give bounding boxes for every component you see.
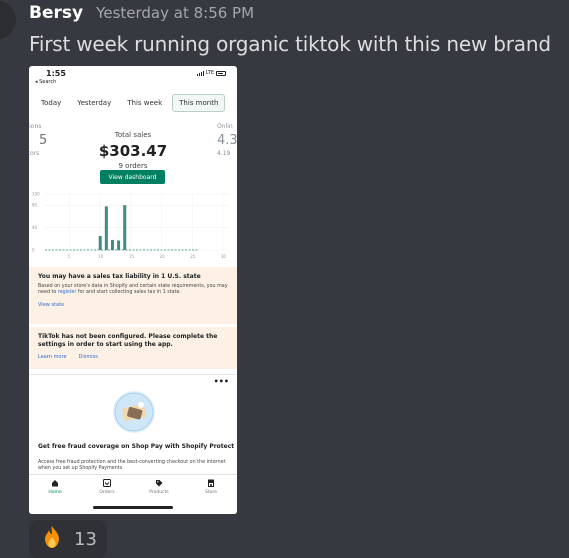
tax-banner-actions: View state (38, 302, 228, 308)
avatar[interactable] (0, 0, 16, 40)
nav-home-label: Home (48, 490, 62, 495)
shield-illustration-icon (113, 391, 155, 433)
network-status: LTE (196, 70, 226, 76)
status-time: 1:55 (46, 69, 66, 78)
tab-this-month: This month (172, 94, 226, 112)
home-icon (52, 480, 58, 487)
nav-orders-label: Orders (99, 490, 115, 495)
message-header: Bersy Yesterday at 8:56 PM (29, 3, 254, 23)
chart-bar (104, 206, 108, 250)
tax-banner-text: Based on your store's data in Shopify an… (38, 284, 228, 297)
tag-icon (156, 480, 163, 487)
tab-yesterday: Yesterday (77, 99, 112, 107)
tiktok-banner-title: TikTok has not been configured. Please c… (38, 333, 218, 348)
battery-icon (216, 70, 226, 76)
reaction-count: 13 (74, 528, 97, 550)
metric-online-value: 4.3 (217, 133, 237, 148)
timestamp: Yesterday at 8:56 PM (96, 4, 255, 22)
tiktok-banner-actions: Learn more Dismiss (38, 354, 228, 360)
chart-y-tick-label: 0 (32, 248, 35, 253)
nav-store: Store (193, 479, 229, 514)
network-label: LTE (205, 70, 214, 76)
store-icon (208, 479, 214, 487)
fire-icon (40, 525, 64, 553)
dismiss-link: Dismiss (78, 353, 98, 360)
metric-total-sales: Total sales $303.47 9 orders (83, 124, 183, 170)
metric-online-sub: 4.19 (217, 150, 231, 157)
status-bar: 1:55 ◂ Search LTE (29, 66, 237, 88)
register-link: register (57, 290, 77, 296)
tax-banner-title: You may have a sales tax liability in 1 … (38, 273, 201, 280)
total-sales-value: $303.47 (98, 142, 168, 160)
home-indicator (93, 506, 173, 509)
nav-home: Home (37, 479, 73, 514)
username[interactable]: Bersy (29, 3, 83, 23)
screenshot-attachment[interactable]: 1:55 ◂ Search LTE Today Yesterday This w… (29, 66, 237, 514)
message-text: First week running organic tiktok with t… (29, 32, 551, 56)
shop-protect-text: Access free fraud protection and the bes… (38, 460, 226, 472)
chart-x-tick-label: 25 (190, 254, 196, 259)
metric-online-label: Onlin (217, 123, 233, 130)
tiktok-banner: TikTok has not been configured. Please c… (29, 327, 237, 369)
learn-more-link: Learn more (38, 353, 67, 360)
metric-online: Onlin 4.3 4.19 (217, 124, 237, 157)
chart-bar (110, 239, 114, 250)
chart-y-tick-label: 80 (32, 203, 38, 208)
chart-y-tick-label: 40 (32, 225, 38, 230)
total-sales-label: Total sales (114, 131, 152, 139)
more-icon: ••• (213, 377, 229, 386)
date-tabs: Today Yesterday This week This month (35, 94, 235, 114)
reaction-fire[interactable]: 13 (29, 520, 107, 558)
signal-icon (196, 70, 204, 76)
metric-sessions-sub: itors (29, 150, 40, 157)
chart-bar (117, 240, 121, 250)
tax-text-end: for and start collecting sales tax in 1 … (76, 290, 181, 296)
chart-x-tick-label: 20 (160, 254, 166, 259)
chart-y-tick-label: 100 (32, 192, 40, 197)
back-to-search: ◂ Search (35, 79, 57, 85)
metric-sessions-value: 5 (39, 133, 48, 148)
nav-products-label: Products (149, 490, 169, 495)
chart-x-tick-label: 30 (221, 254, 227, 259)
view-state-link: View state (38, 301, 65, 308)
shop-protect-card: ••• Get free fraud coverage on Shop Pay … (29, 374, 237, 478)
shop-protect-title: Get free fraud coverage on Shop Pay with… (38, 443, 235, 450)
view-dashboard-button: View dashboard (100, 170, 165, 184)
tab-this-week: This week (127, 99, 163, 107)
orders-count: 9 orders (118, 162, 148, 170)
orders-icon (103, 479, 111, 487)
nav-store-label: Store (205, 490, 217, 495)
chart-bar (98, 236, 102, 250)
metric-sessions-label: sions (29, 123, 42, 130)
sales-chart: 100 80 40 0 5 10 15 20 25 30 (32, 192, 229, 259)
chart-x-tick-label: 15 (129, 254, 135, 259)
tab-today: Today (41, 99, 62, 107)
chart-x-tick-label: 5 (68, 254, 71, 259)
chart-x-tick-label: 10 (98, 254, 104, 259)
chart-bar (123, 205, 127, 250)
tax-banner: You may have a sales tax liability in 1 … (29, 267, 237, 324)
metric-sessions: sions 5 itors (29, 124, 47, 157)
